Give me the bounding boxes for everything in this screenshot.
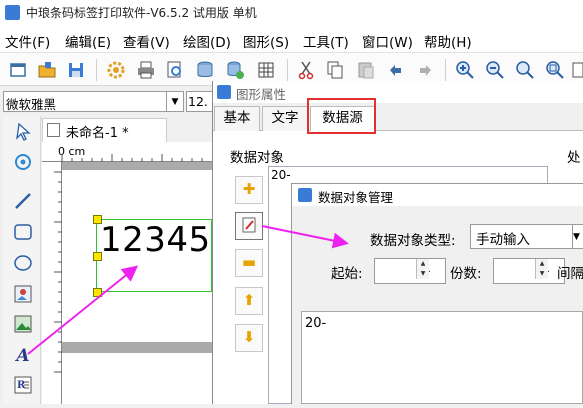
annotation-arrows [27, 225, 349, 355]
arrow-to-label [27, 265, 139, 355]
arrow-to-type [261, 225, 349, 249]
